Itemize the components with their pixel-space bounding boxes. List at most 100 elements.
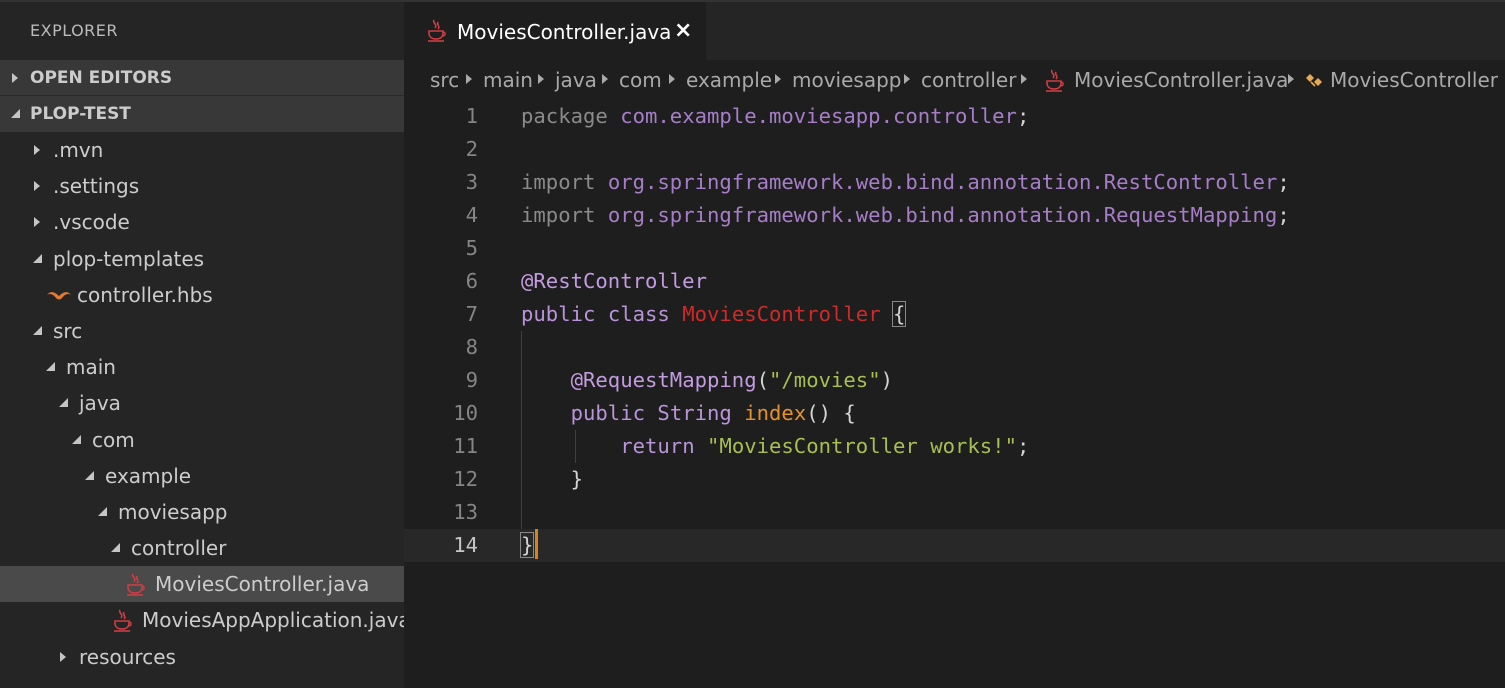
tree-item-settings[interactable]: .settings [0, 168, 404, 204]
java-cup-icon [112, 602, 136, 638]
breadcrumb-item-symbol[interactable]: MoviesController [1330, 60, 1498, 100]
breadcrumb: src main java com example moviesapp controller… [404, 60, 1505, 100]
chevron-right-icon [669, 74, 675, 84]
line-number: 9 [465, 368, 478, 392]
tab-bar: MoviesController.java × [404, 2, 1505, 60]
breadcrumb-item-java[interactable]: java [555, 60, 597, 100]
punct-token: ; [1016, 434, 1030, 458]
tree-item-mvn[interactable]: .mvn [0, 132, 404, 168]
chevron-down-icon [32, 313, 44, 349]
chevron-down-icon [84, 458, 96, 494]
explorer-title: EXPLORER [30, 21, 118, 40]
line-content: } [521, 463, 583, 496]
tab-title: MoviesController.java [457, 20, 672, 44]
keyword-token: class [607, 302, 670, 326]
keyword-token: public [521, 302, 596, 326]
chevron-right-icon [1021, 74, 1027, 84]
breadcrumb-item-example[interactable]: example [686, 60, 772, 100]
open-editors-label: OPEN EDITORS [30, 68, 173, 88]
chevron-right-icon [58, 639, 70, 675]
breadcrumb-item-controller[interactable]: controller [921, 60, 1016, 100]
tree-item-label: example [105, 463, 192, 488]
code-editor[interactable]: 1 package com.example.moviesapp.controll… [404, 100, 1505, 688]
tree-item-resources[interactable]: resources [0, 639, 404, 675]
keyword-token: import [521, 170, 596, 194]
punct-token: ; [1277, 170, 1290, 194]
chevron-right-icon [602, 74, 608, 84]
keyword-token: public [570, 401, 646, 425]
code-line-1: 1 package com.example.moviesapp.controll… [404, 100, 1505, 133]
breadcrumb-item-src[interactable]: src [430, 60, 459, 100]
line-number: 2 [465, 137, 478, 161]
tree-item-java[interactable]: java [0, 385, 404, 421]
chevron-right-icon [10, 60, 22, 96]
chevron-right-icon [466, 74, 472, 84]
tree-item-label: src [53, 318, 83, 343]
breadcrumb-item-file[interactable]: MoviesController.java [1074, 60, 1288, 100]
package-token: com.example.moviesapp.controller [620, 104, 1017, 128]
import-token: org.springframework.web.bind.annotation.… [607, 203, 1278, 227]
tree-item-controller-hbs[interactable]: controller.hbs [0, 277, 404, 313]
chevron-down-icon [71, 422, 83, 458]
line-content: } [519, 529, 535, 562]
tab-movies-controller[interactable]: MoviesController.java × [404, 2, 706, 60]
import-token: org.springframework.web.bind.annotation.… [607, 170, 1278, 194]
tree-item-plop-templates[interactable]: plop-templates [0, 241, 404, 277]
code-line-14: 14 } [404, 529, 1505, 562]
code-line-2: 2 [404, 133, 1505, 166]
annotation-token: @RestController [521, 269, 707, 293]
breadcrumb-item-moviesapp[interactable]: moviesapp [792, 60, 901, 100]
string-token: "MoviesController works!" [707, 434, 1017, 458]
matched-bracket: { [891, 301, 907, 327]
chevron-right-icon [32, 168, 44, 204]
java-cup-icon [426, 18, 448, 48]
tree-item-example[interactable]: example [0, 458, 404, 494]
punct-token: ) [880, 368, 893, 392]
code-line-12: 12 } [404, 463, 1505, 496]
tree-item-moviescontroller-java[interactable]: MoviesController.java [0, 566, 404, 603]
tree-item-moviesappapplication-java[interactable]: MoviesAppApplication.java [0, 602, 404, 638]
tree-item-label: java [79, 391, 121, 416]
punct-token: } [570, 467, 584, 491]
project-section-header[interactable]: PLOP-TEST [0, 96, 404, 132]
chevron-down-icon [97, 494, 109, 530]
class-name-token: MoviesController [682, 302, 881, 326]
breadcrumb-item-main[interactable]: main [483, 60, 533, 100]
tree-item-src[interactable]: src [0, 313, 404, 349]
tree-item-vscode[interactable]: .vscode [0, 204, 404, 240]
string-token: "/movies" [769, 368, 881, 392]
tree-item-moviesapp[interactable]: moviesapp [0, 494, 404, 530]
tree-item-label: .vscode [53, 210, 130, 235]
chevron-down-icon [32, 241, 44, 277]
tree-item-label: com [92, 427, 135, 452]
breadcrumb-item-com[interactable]: com [619, 60, 662, 100]
code-line-8: 8 [404, 331, 1505, 364]
close-icon[interactable]: × [674, 2, 692, 60]
tree-item-label: controller.hbs [77, 282, 213, 307]
file-tree: .mvn .settings .vscode plop-templates contro… [0, 132, 404, 675]
tree-item-main[interactable]: main [0, 349, 404, 385]
line-content: public class MoviesController { [521, 298, 907, 331]
java-cup-icon [125, 566, 149, 602]
open-editors-section-header[interactable]: OPEN EDITORS [0, 60, 404, 96]
class-symbol-icon [1304, 70, 1326, 94]
punct-token: ( [756, 368, 769, 392]
line-number: 3 [465, 170, 478, 194]
tree-item-label: .settings [53, 174, 140, 199]
chevron-right-icon [538, 74, 544, 84]
explorer-sidebar: EXPLORER OPEN EDITORS PLOP-TEST .mvn .set… [0, 2, 404, 688]
chevron-right-icon [1288, 74, 1294, 84]
tree-item-label: controller [131, 536, 227, 561]
keyword-token: return [620, 434, 695, 458]
tree-item-label: main [66, 355, 116, 380]
punct-token: ; [1277, 203, 1290, 227]
chevron-down-icon [10, 96, 22, 132]
tree-item-label: .mvn [53, 138, 104, 162]
line-number: 14 [453, 533, 478, 557]
tree-item-label: MoviesAppApplication.java [142, 608, 404, 633]
code-line-9: 9 @RequestMapping("/movies") [404, 364, 1505, 397]
tree-item-controller[interactable]: controller [0, 530, 404, 566]
line-content: @RequestMapping("/movies") [521, 364, 893, 397]
code-line-3: 3 import org.springframework.web.bind.an… [404, 166, 1505, 199]
tree-item-com[interactable]: com [0, 422, 404, 458]
